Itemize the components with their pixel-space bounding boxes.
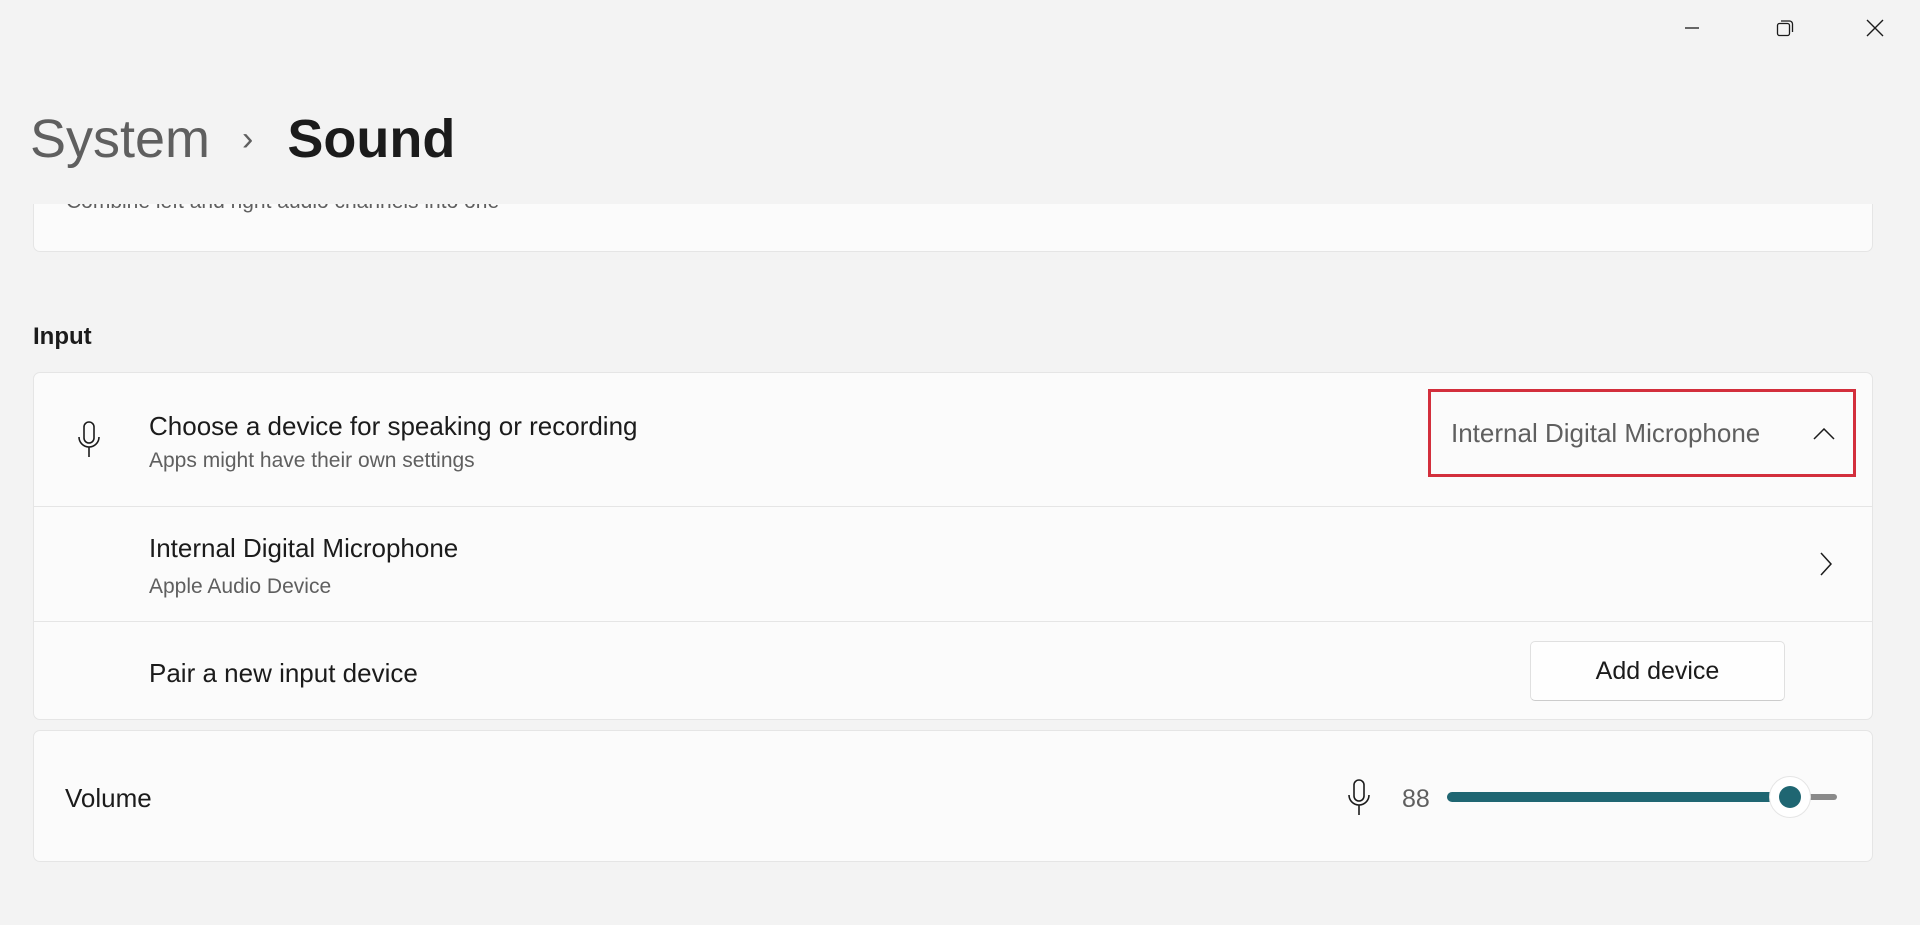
input-card: Choose a device for speaking or recordin… (33, 372, 1873, 720)
breadcrumb-system[interactable]: System (30, 108, 210, 170)
volume-slider[interactable] (1447, 776, 1837, 818)
restore-icon (1776, 20, 1794, 37)
mono-audio-description: Combine left and right audio channels in… (66, 204, 499, 214)
chevron-up-icon (1813, 428, 1835, 440)
microphone-icon (1348, 779, 1370, 815)
breadcrumb-separator-icon: › (242, 119, 254, 158)
volume-label: Volume (65, 783, 152, 813)
choose-input-device-row: Choose a device for speaking or recordin… (34, 373, 1872, 506)
section-title-input: Input (33, 323, 92, 350)
choose-device-title: Choose a device for speaking or recordin… (149, 411, 638, 441)
input-device-selected: Internal Digital Microphone (1451, 417, 1761, 448)
add-device-button[interactable]: Add device (1530, 641, 1785, 701)
microphone-icon (78, 421, 100, 457)
close-button[interactable] (1830, 0, 1920, 56)
pair-device-label: Pair a new input device (149, 658, 418, 688)
restore-button[interactable] (1740, 0, 1830, 56)
input-device-name: Internal Digital Microphone (149, 533, 459, 563)
input-device-dropdown[interactable]: Internal Digital Microphone (1428, 389, 1856, 477)
minimize-button[interactable] (1647, 0, 1737, 56)
mono-audio-card: Combine left and right audio channels in… (33, 204, 1873, 252)
chevron-right-icon (1820, 552, 1832, 576)
pair-input-device-row: Pair a new input device Add device (34, 621, 1872, 721)
volume-card: Volume 88 (33, 730, 1873, 862)
close-icon (1866, 19, 1884, 37)
slider-thumb[interactable] (1769, 776, 1812, 818)
minimize-icon (1685, 27, 1699, 29)
input-device-subtitle: Apple Audio Device (149, 575, 332, 598)
slider-fill (1447, 792, 1791, 802)
volume-value: 88 (1402, 785, 1430, 813)
input-device-row[interactable]: Internal Digital Microphone Apple Audio … (34, 506, 1872, 621)
mono-audio-card-clip: Combine left and right audio channels in… (0, 204, 1920, 264)
breadcrumb: System › Sound (30, 108, 455, 170)
page-title: Sound (287, 109, 456, 169)
choose-device-subtitle: Apps might have their own settings (149, 449, 475, 472)
